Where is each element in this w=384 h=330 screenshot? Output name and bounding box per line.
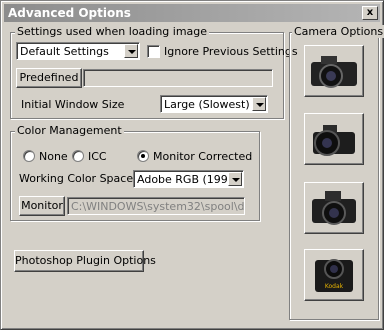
color-management-group-label: Color Management: [15, 124, 124, 137]
color-management-group: Color Management None ICC Monitor Correc…: [10, 124, 260, 221]
radio-icc-label: ICC: [88, 150, 107, 163]
window-size-select[interactable]: Large (Slowest): [160, 95, 268, 113]
camera-options-group: Camera Options Kodak: [289, 25, 384, 320]
window-size-select-value: Large (Slowest): [164, 98, 250, 111]
ignore-previous-checkbox[interactable]: [147, 45, 160, 58]
chevron-down-icon[interactable]: [124, 44, 138, 58]
kodak-label: Kodak: [325, 283, 344, 290]
monitor-path-field[interactable]: C:\WINDOWS\system32\spool\dri: [67, 197, 245, 215]
loading-settings-group-label: Settings used when loading image: [15, 25, 210, 38]
chevron-down-icon[interactable]: [252, 97, 266, 111]
window-title: Advanced Options: [8, 6, 131, 20]
camera-3-icon: [312, 191, 356, 225]
predefined-field[interactable]: [83, 69, 273, 87]
camera-3-button[interactable]: [304, 182, 364, 234]
predefined-button-label: Predefined: [19, 71, 79, 84]
camera-1-button[interactable]: [304, 45, 364, 97]
chevron-down-icon[interactable]: [228, 172, 242, 186]
radio-icc[interactable]: [72, 150, 84, 162]
camera-2-icon: [313, 125, 355, 156]
camera-2-button[interactable]: [304, 113, 364, 165]
loading-settings-group: Settings used when loading image Default…: [10, 25, 298, 119]
advanced-options-window: Advanced Options x Settings used when lo…: [0, 0, 384, 330]
monitor-button[interactable]: Monitor: [19, 196, 65, 216]
camera-4-icon: Kodak: [315, 259, 353, 292]
close-button[interactable]: x: [362, 6, 378, 20]
monitor-button-label: Monitor: [21, 199, 63, 212]
window-size-label: Initial Window Size: [21, 98, 125, 111]
camera-4-button[interactable]: Kodak: [304, 249, 364, 301]
working-space-select-value: Adobe RGB (1998): [137, 173, 240, 186]
settings-select-value: Default Settings: [20, 45, 109, 58]
radio-none[interactable]: [23, 150, 35, 162]
radio-monitor-corrected-label: Monitor Corrected: [153, 150, 253, 163]
predefined-button[interactable]: Predefined: [16, 68, 82, 88]
radio-none-label: None: [39, 150, 68, 163]
camera-options-group-label: Camera Options: [292, 25, 384, 38]
title-bar[interactable]: Advanced Options x: [4, 4, 380, 22]
camera-1-icon: [311, 56, 357, 88]
working-space-label: Working Color Space:: [19, 172, 137, 185]
monitor-path-value: C:\WINDOWS\system32\spool\dri: [71, 200, 245, 213]
settings-select[interactable]: Default Settings: [16, 42, 140, 60]
photoshop-plugin-options-button[interactable]: Photoshop Plugin Options: [14, 250, 156, 272]
photoshop-plugin-options-label: Photoshop Plugin Options: [15, 254, 156, 267]
radio-monitor-corrected[interactable]: [137, 150, 149, 162]
working-space-select[interactable]: Adobe RGB (1998): [133, 170, 244, 188]
ignore-previous-label: Ignore Previous Settings: [164, 45, 298, 58]
